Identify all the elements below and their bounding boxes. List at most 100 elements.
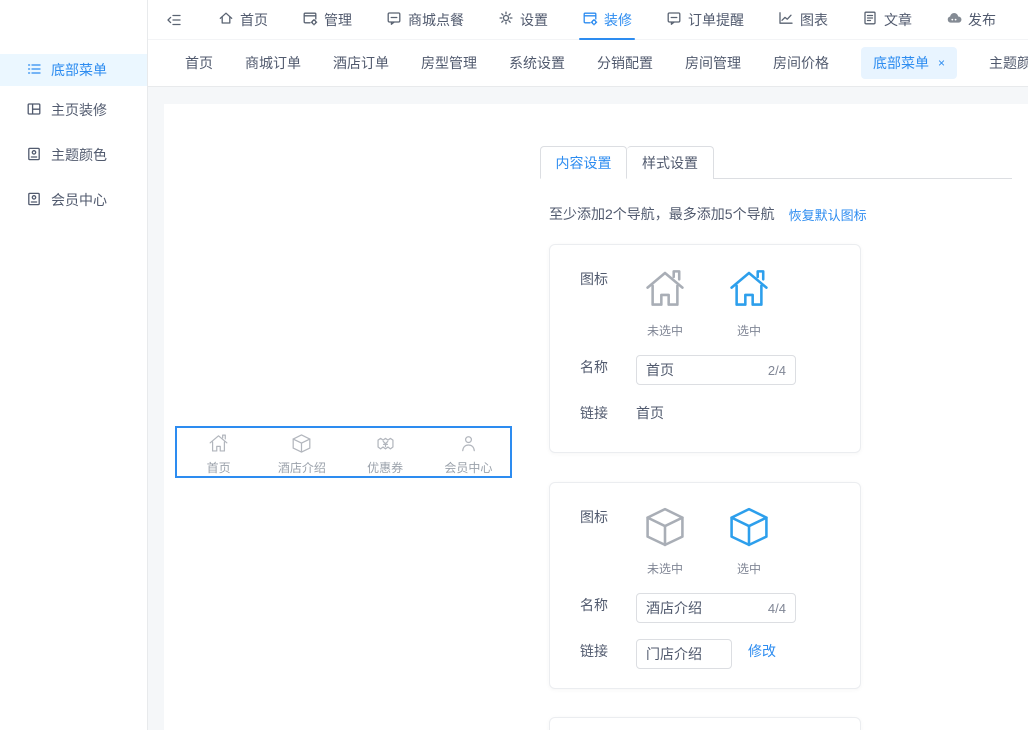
main-panel: 首页 酒店介绍 优惠券 会员中心 内容设置 样式设置 xyxy=(164,104,1028,730)
card-user-icon xyxy=(26,146,42,165)
nav-item-mall-order[interactable]: 商城点餐 xyxy=(386,0,464,40)
sidebar-item-label: 会员中心 xyxy=(51,190,107,210)
selected-icon-picker[interactable]: 选中 xyxy=(720,505,778,575)
nav-item-charts[interactable]: 图表 xyxy=(778,0,828,40)
gear-icon xyxy=(498,10,514,29)
name-input[interactable] xyxy=(646,362,768,378)
page-tab-label: 底部菜单 xyxy=(873,53,929,73)
selected-caption: 选中 xyxy=(737,325,761,337)
nav-label: 设置 xyxy=(520,10,548,30)
sidebar: 底部菜单 主页装修 主题颜色 会员中心 xyxy=(0,0,148,730)
layout-icon xyxy=(26,101,42,120)
page-tab-mall-orders[interactable]: 商城订单 xyxy=(245,53,301,73)
link-field-label: 链接 xyxy=(580,401,610,423)
tab-content-settings[interactable]: 内容设置 xyxy=(540,146,627,179)
unselected-icon-picker[interactable]: 未选中 xyxy=(636,267,694,337)
page-tab-rooms[interactable]: 房间管理 xyxy=(685,53,741,73)
chart-icon xyxy=(778,10,794,29)
preview-item-label: 会员中心 xyxy=(444,462,492,474)
menu-fold-icon[interactable] xyxy=(166,12,182,28)
home-icon xyxy=(208,433,229,459)
nav-card-home: 图标 未选中 选中 名称 xyxy=(549,244,861,453)
cube-icon xyxy=(291,433,312,459)
sidebar-item-member-center[interactable]: 会员中心 xyxy=(0,184,147,216)
modify-link[interactable]: 修改 xyxy=(748,639,776,669)
nav-label: 图表 xyxy=(800,10,828,30)
name-input-box[interactable]: 4/4 xyxy=(636,593,796,623)
nav-item-settings[interactable]: 设置 xyxy=(498,0,548,40)
sidebar-item-bottom-menu[interactable]: 底部菜单 xyxy=(0,54,147,86)
unselected-caption: 未选中 xyxy=(647,563,683,575)
selected-caption: 选中 xyxy=(737,563,761,575)
window-gear-icon xyxy=(302,10,318,29)
nav-item-articles[interactable]: 文章 xyxy=(862,0,912,40)
cloud-icon xyxy=(946,10,962,29)
link-field-label: 链接 xyxy=(580,639,610,669)
preview-item-hotel-intro[interactable]: 酒店介绍 xyxy=(260,428,343,476)
restore-default-icons-link[interactable]: 恢复默认图标 xyxy=(789,205,867,224)
nav-item-publish[interactable]: 发布 xyxy=(946,0,996,40)
page-tab-hotel-orders[interactable]: 酒店订单 xyxy=(333,53,389,73)
list-icon xyxy=(26,61,42,80)
sidebar-item-home-decorate[interactable]: 主页装修 xyxy=(0,94,147,126)
sidebar-item-theme-color[interactable]: 主题颜色 xyxy=(0,139,147,171)
preview-item-label: 酒店介绍 xyxy=(278,462,326,474)
preview-item-member[interactable]: 会员中心 xyxy=(427,428,510,476)
preview-item-label: 优惠券 xyxy=(367,462,403,474)
page-tab-home[interactable]: 首页 xyxy=(185,53,213,73)
nav-item-decorate[interactable]: 装修 xyxy=(582,0,632,40)
unselected-icon-picker[interactable]: 未选中 xyxy=(636,505,694,575)
nav-label: 订单提醒 xyxy=(688,10,744,30)
link-input-box[interactable] xyxy=(636,639,732,669)
preview-item-label: 首页 xyxy=(207,462,231,474)
nav-label: 装修 xyxy=(604,10,632,30)
page-tab-theme-color[interactable]: 主题颜 xyxy=(989,53,1028,73)
home-icon xyxy=(218,10,234,29)
nav-item-home[interactable]: 首页 xyxy=(218,0,268,40)
preview-item-coupon[interactable]: 优惠券 xyxy=(344,428,427,476)
window-gear-icon xyxy=(582,10,598,29)
page-tab-room-price[interactable]: 房间价格 xyxy=(773,53,829,73)
coupon-icon xyxy=(375,433,396,459)
char-counter: 2/4 xyxy=(768,363,786,378)
unselected-caption: 未选中 xyxy=(647,325,683,337)
page-tab-roomtype[interactable]: 房型管理 xyxy=(421,53,477,73)
icon-field-label: 图标 xyxy=(580,505,610,575)
cube-icon xyxy=(643,505,687,554)
card-user-icon xyxy=(26,191,42,210)
icon-field-label: 图标 xyxy=(580,267,610,337)
content-area: 首页 酒店介绍 优惠券 会员中心 内容设置 样式设置 xyxy=(148,87,1028,730)
nav-card-hotel-intro: 图标 未选中 选中 名称 xyxy=(549,482,861,689)
nav-item-manage[interactable]: 管理 xyxy=(302,0,352,40)
close-icon[interactable]: × xyxy=(938,57,945,69)
top-navbar: 首页 管理 商城点餐 设置 装修 订单提醒 图表 文章 xyxy=(148,0,1028,40)
sidebar-item-label: 主题颜色 xyxy=(51,145,107,165)
nav-label: 首页 xyxy=(240,10,268,30)
nav-label: 文章 xyxy=(884,10,912,30)
name-input-box[interactable]: 2/4 xyxy=(636,355,796,385)
tab-style-settings[interactable]: 样式设置 xyxy=(627,146,714,179)
bottom-bar-preview[interactable]: 首页 酒店介绍 优惠券 会员中心 xyxy=(175,426,512,478)
page-tab-system[interactable]: 系统设置 xyxy=(509,53,565,73)
nav-limit-hint: 至少添加2个导航，最多添加5个导航 xyxy=(549,204,775,224)
app-window: 首页 管理 商城点餐 设置 装修 订单提醒 图表 文章 xyxy=(0,0,1028,730)
user-icon xyxy=(458,433,479,459)
page-tab-bar: 首页 商城订单 酒店订单 房型管理 系统设置 分销配置 房间管理 房间价格 底部… xyxy=(148,40,1028,87)
char-counter: 4/4 xyxy=(768,601,786,616)
page-tab-bottom-menu-active[interactable]: 底部菜单 × xyxy=(861,47,957,79)
page-tab-distribution[interactable]: 分销配置 xyxy=(597,53,653,73)
message-icon xyxy=(666,10,682,29)
name-input[interactable] xyxy=(646,600,768,616)
nav-label: 商城点餐 xyxy=(408,10,464,30)
message-icon xyxy=(386,10,402,29)
preview-item-home[interactable]: 首页 xyxy=(177,428,260,476)
link-input[interactable] xyxy=(646,646,722,662)
nav-label: 发布 xyxy=(968,10,996,30)
link-value: 首页 xyxy=(636,401,664,423)
house-icon xyxy=(643,267,687,316)
document-icon xyxy=(862,10,878,29)
settings-tab-bar: 内容设置 样式设置 xyxy=(540,146,1012,179)
nav-item-order-remind[interactable]: 订单提醒 xyxy=(666,0,744,40)
selected-icon-picker[interactable]: 选中 xyxy=(720,267,778,337)
sidebar-item-label: 底部菜单 xyxy=(51,60,107,80)
